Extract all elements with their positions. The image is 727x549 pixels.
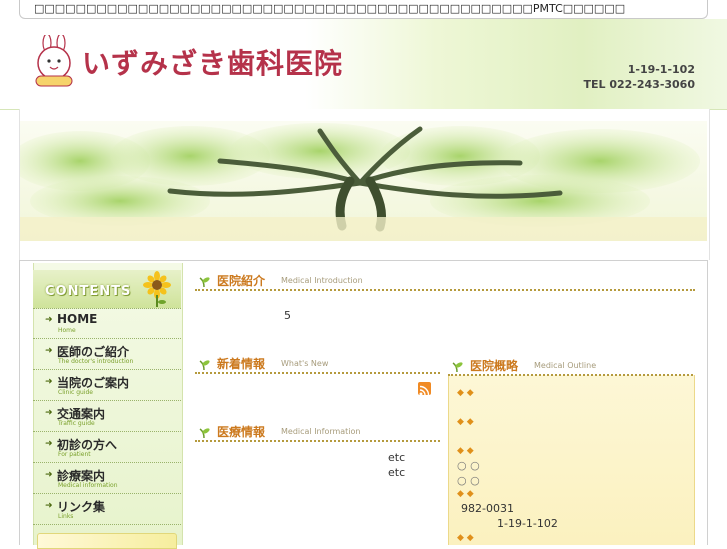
- section-head-intro: 医院紹介 Medical Introduction: [195, 271, 695, 291]
- arrow-right-icon: ➜: [45, 439, 53, 449]
- sunflower-icon: [143, 271, 171, 307]
- arrow-right-icon: ➜: [45, 470, 53, 480]
- sprout-icon: [199, 428, 210, 439]
- sidebar-banner[interactable]: [37, 533, 177, 549]
- section-title: 医院概略: [470, 359, 519, 373]
- sidebar-item-sublabel: Traffic guide: [58, 420, 95, 427]
- medical-info-line[interactable]: etc: [388, 466, 405, 479]
- section-subtitle: Medical Information: [281, 427, 361, 436]
- sprout-icon: [199, 277, 210, 288]
- outline-row: ○ ○: [457, 474, 480, 487]
- clinic-tel: TEL 022-243-3060: [583, 78, 695, 91]
- outline-address: 1-19-1-102: [497, 517, 558, 530]
- arrow-right-icon: ➜: [45, 377, 53, 387]
- clinic-name: いずみざき歯科医院: [82, 47, 344, 80]
- section-head-outline: 医院概略 Medical Outline: [448, 356, 693, 376]
- clinic-address: 1-19-1-102: [627, 63, 695, 76]
- medical-info-line[interactable]: etc: [388, 451, 405, 464]
- sidebar-item-label: HOME: [57, 312, 98, 326]
- rss-icon[interactable]: [418, 382, 431, 396]
- sidebar-item-doctor[interactable]: ➜ 医師のご紹介 The doctor's introduction: [33, 339, 181, 370]
- sidebar-item-links[interactable]: ➜ リンク集 Links: [33, 494, 181, 525]
- sidebar-item-clinic-guide[interactable]: ➜ 当院のご案内 Clinic guide: [33, 370, 181, 401]
- hero-banner: [19, 109, 710, 260]
- clinic-logo-icon[interactable]: [32, 35, 76, 89]
- sidebar-item-traffic[interactable]: ➜ 交通案内 Traffic guide: [33, 401, 181, 432]
- section-subtitle: Medical Outline: [534, 361, 597, 370]
- sidebar-item-sublabel: The doctor's introduction: [58, 358, 134, 365]
- section-title: 新着情報: [217, 357, 266, 371]
- arrow-right-icon: ➜: [45, 501, 53, 511]
- tree-banner-image: [20, 121, 707, 241]
- sidebar-item-sublabel: Medical information: [58, 482, 118, 489]
- arrow-right-icon: ➜: [45, 315, 53, 325]
- sidebar-title: CONTENTS: [45, 284, 132, 299]
- section-title: 医院紹介: [217, 274, 266, 288]
- outline-row: ◆ ◆: [457, 388, 474, 398]
- sprout-icon: [199, 360, 210, 371]
- outline-box: [448, 375, 695, 545]
- section-subtitle: What's New: [281, 359, 329, 368]
- site-tagline: □□□□□□□□□□□□□□□□□□□□□□□□□□□□□□□□□□□□□□□□…: [19, 0, 708, 19]
- outline-row: ○ ○: [457, 459, 480, 472]
- section-subtitle: Medical Introduction: [281, 276, 363, 285]
- sidebar-item-sublabel: Home: [58, 327, 76, 334]
- outline-row: ◆ ◆: [457, 533, 474, 543]
- sidebar-item-sublabel: For patient: [58, 451, 91, 458]
- arrow-right-icon: ➜: [45, 408, 53, 418]
- sidebar-item-medical-info[interactable]: ➜ 診療案内 Medical information: [33, 463, 181, 494]
- sidebar-item-sublabel: Clinic guide: [58, 389, 93, 396]
- outline-row: ◆ ◆: [457, 489, 474, 499]
- sprout-icon: [452, 362, 463, 373]
- outline-row: ◆ ◆: [457, 446, 474, 456]
- sidebar-item-first-visit[interactable]: ➜ 初診の方へ For patient: [33, 432, 181, 463]
- section-title: 医療情報: [217, 425, 266, 439]
- outline-row: ◆ ◆: [457, 417, 474, 427]
- section-head-medical: 医療情報 Medical Information: [195, 422, 440, 442]
- sidebar-item-sublabel: Links: [58, 513, 74, 520]
- intro-text: 5: [284, 309, 291, 322]
- arrow-right-icon: ➜: [45, 346, 53, 356]
- sidebar-item-home[interactable]: ➜ HOME Home: [33, 308, 181, 339]
- section-head-news: 新着情報 What's New: [195, 354, 440, 374]
- outline-postal: 982-0031: [461, 502, 514, 515]
